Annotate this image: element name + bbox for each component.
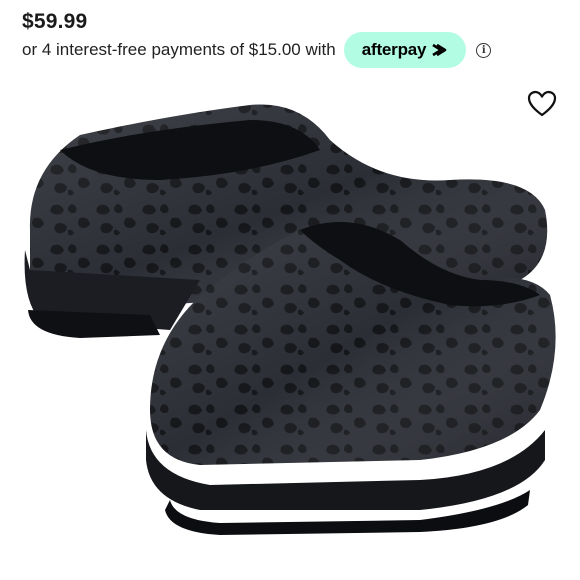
installment-text: or 4 interest-free payments of $15.00 wi… [22, 40, 336, 59]
price: $59.99 [22, 10, 88, 33]
installment-row: or 4 interest-free payments of $15.00 wi… [22, 32, 492, 68]
info-icon[interactable]: i [476, 42, 492, 58]
afterpay-label: afterpay [361, 40, 427, 59]
product-image [24, 104, 556, 535]
afterpay-logo-icon [432, 43, 447, 57]
afterpay-badge[interactable]: afterpay [343, 32, 467, 68]
